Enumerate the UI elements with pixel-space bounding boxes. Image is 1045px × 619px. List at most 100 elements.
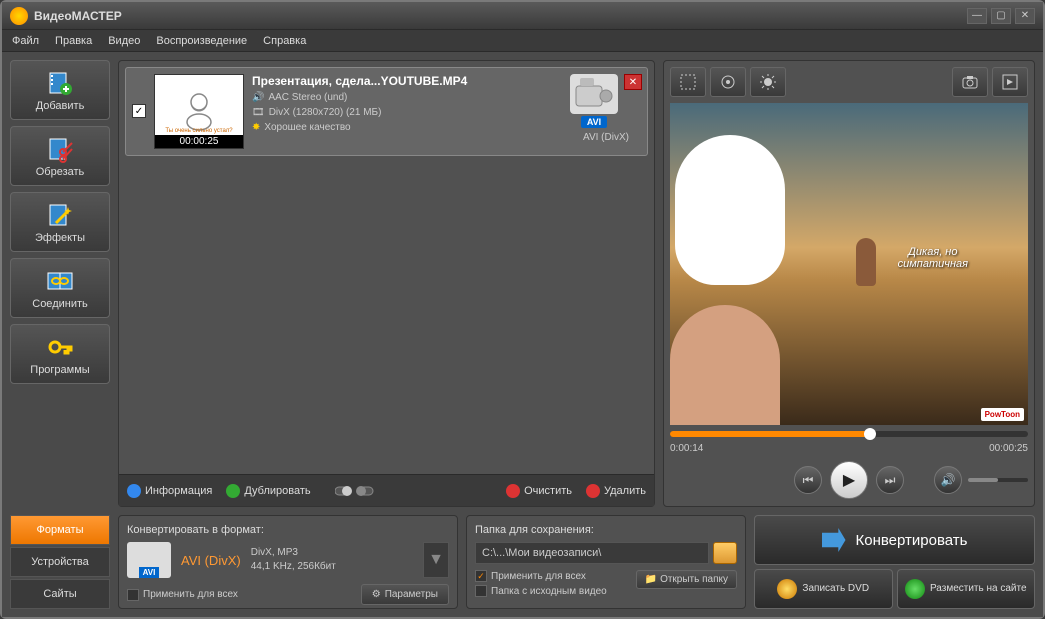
duplicate-button[interactable]: Дублировать [226,484,310,498]
tab-formats[interactable]: Форматы [10,515,110,545]
wand-icon [46,201,74,229]
enhance-button[interactable] [710,67,746,97]
play-button[interactable]: ▶ [830,461,868,499]
plus-icon [226,484,240,498]
menu-playback[interactable]: Воспроизведение [156,35,247,47]
menu-edit[interactable]: Правка [55,35,92,47]
file-target: AVI ✕ AVI (DivX) [571,74,641,143]
file-list: ✓ Ты очень сильно устал? 00:00:25 Презен… [118,60,655,507]
disc-icon [777,579,797,599]
save-path[interactable]: C:\...\Мои видеозаписи\ [475,542,709,564]
convert-button[interactable]: Конвертировать [754,515,1035,565]
star-icon: ✸ [252,122,260,133]
action-panel: Конвертировать Записать DVD Разместить н… [754,515,1035,609]
hand-overlay [670,305,780,425]
save-src-folder-checkbox[interactable]: Папка с исходным видео [475,585,607,597]
sidebar-trim[interactable]: Обрезать [10,126,110,186]
info-button[interactable]: Информация [127,484,212,498]
file-checkbox[interactable]: ✓ [132,104,146,118]
format-text: AVI (DivX) [583,132,629,143]
format-panel: Конвертировать в формат: AVI AVI (DivX) … [118,515,458,609]
list-toolbar: Информация Дублировать Очистить Удалить [119,474,654,506]
audio-icon: 🔊 [252,92,264,103]
clear-button[interactable]: Очистить [506,484,572,498]
menu-video[interactable]: Видео [108,35,140,47]
sidebar-label: Эффекты [35,232,85,244]
sidebar-join[interactable]: Соединить [10,258,110,318]
format-tabs: Форматы Устройства Сайты [10,515,110,609]
figure [856,238,876,286]
sidebar-label: Программы [30,364,89,376]
file-video: DivX (1280x720) (21 МБ) [269,107,382,118]
app-logo-icon [10,7,28,25]
tab-sites[interactable]: Сайты [10,579,110,609]
file-audio: AAC Stereo (und) [268,92,347,103]
file-item[interactable]: ✓ Ты очень сильно устал? 00:00:25 Презен… [125,67,648,156]
burn-dvd-button[interactable]: Записать DVD [754,569,893,609]
volume-button[interactable]: 🔊 [934,466,962,494]
video-preview[interactable]: Дикая, носимпатичная PowToon [670,103,1028,425]
camera-icon [570,74,618,114]
remove-file-button[interactable]: ✕ [624,74,642,90]
sidebar-effects[interactable]: Эффекты [10,192,110,252]
key-icon [46,333,74,361]
maximize-button[interactable]: ▢ [991,8,1011,24]
time-total: 00:00:25 [989,443,1028,454]
globe-icon [905,579,925,599]
open-folder-button[interactable]: 📁Открыть папку [636,570,737,589]
format-label: Конвертировать в формат: [127,524,449,536]
menubar: Файл Правка Видео Воспроизведение Справк… [2,30,1043,52]
apply-all-checkbox[interactable]: Применить для всех [127,589,238,601]
clear-icon [506,484,520,498]
delete-button[interactable]: Удалить [586,484,646,498]
crop-button[interactable] [670,67,706,97]
snapshot-button[interactable] [952,67,988,97]
tab-devices[interactable]: Устройства [10,547,110,577]
toggle-button[interactable] [335,483,375,499]
delete-icon [586,484,600,498]
sidebar-label: Обрезать [36,166,85,178]
parameters-button[interactable]: ⚙Параметры [361,584,449,605]
save-label: Папка для сохранения: [475,524,737,536]
next-button[interactable]: ⏭ [876,466,904,494]
save-apply-all-checkbox[interactable]: ✓Применить для всех [475,570,607,582]
menu-help[interactable]: Справка [263,35,306,47]
gear-icon: ⚙ [372,589,381,600]
menu-file[interactable]: Файл [12,35,39,47]
film-plus-icon [46,69,74,97]
video-overlay-text: Дикая, носимпатичная [898,246,968,270]
seek-bar[interactable] [670,431,1028,437]
minimize-button[interactable]: — [967,8,987,24]
convert-icon [822,528,846,552]
link-icon [46,267,74,295]
character-icon [675,135,785,285]
format-icon: AVI [127,542,171,578]
format-dropdown[interactable]: ▼ [423,542,449,578]
titlebar: ВидеоМАСТЕР — ▢ ✕ [2,2,1043,30]
app-title: ВидеоМАСТЕР [34,9,967,23]
fullscreen-button[interactable] [992,67,1028,97]
sidebar-label: Добавить [36,100,85,112]
sidebar-label: Соединить [32,298,88,310]
publish-web-button[interactable]: Разместить на сайте [897,569,1036,609]
close-button[interactable]: ✕ [1015,8,1035,24]
folder-icon: 📁 [645,574,657,585]
format-badge: AVI [581,116,607,128]
scissors-icon [46,135,74,163]
sidebar-add[interactable]: Добавить [10,60,110,120]
save-panel: Папка для сохранения: C:\...\Мои видеоза… [466,515,746,609]
file-duration: 00:00:25 [155,135,243,148]
thumb-caption: Ты очень сильно устал? [155,128,243,134]
sidebar-programs[interactable]: Программы [10,324,110,384]
file-quality: Хорошее качество [264,122,350,133]
browse-button[interactable] [713,542,737,564]
time-current: 0:00:14 [670,443,703,454]
brightness-button[interactable] [750,67,786,97]
file-thumbnail: Ты очень сильно устал? 00:00:25 [154,74,244,149]
file-name: Презентация, сдела...YOUTUBE.MP4 [252,74,563,88]
preview-panel: Дикая, носимпатичная PowToon 0:00:14 00:… [663,60,1035,507]
format-name: AVI (DivX) [181,553,241,568]
prev-button[interactable]: ⏮ [794,466,822,494]
volume-slider[interactable] [968,478,1028,482]
sidebar: Добавить Обрезать Эффекты Соединить Прог… [10,60,110,507]
